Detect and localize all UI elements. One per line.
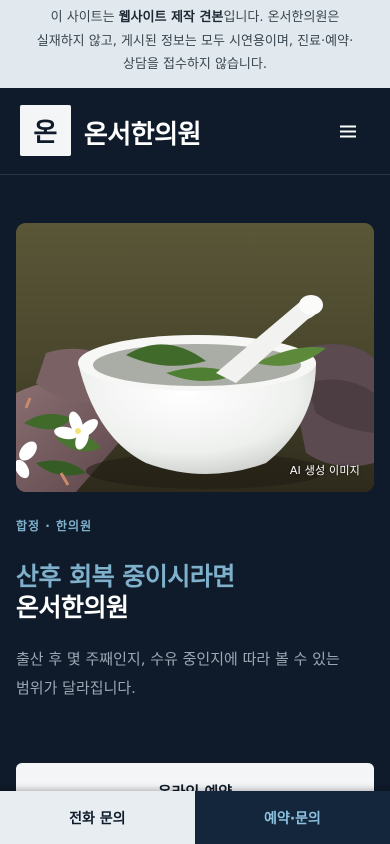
hero-image: AI 생성 이미지 bbox=[16, 223, 374, 492]
logo-mark[interactable]: 온 bbox=[20, 105, 71, 156]
menu-button[interactable] bbox=[334, 118, 362, 144]
notice-text: 입니다. 온서한의원은 bbox=[223, 10, 340, 25]
phone-inquiry-button[interactable]: 전화 문의 bbox=[0, 791, 195, 844]
ai-generated-badge: AI 생성 이미지 bbox=[289, 464, 360, 477]
site-header: 온 온서한의원 bbox=[0, 88, 390, 175]
notice-line-1: 이 사이트는 웹사이트 제작 견본입니다. 온서한의원은 bbox=[0, 6, 390, 30]
page: 이 사이트는 웹사이트 제작 견본입니다. 온서한의원은 실재하지 않고, 게시… bbox=[0, 0, 390, 844]
bottom-action-bar: 전화 문의 예약·문의 bbox=[0, 791, 390, 844]
notice-text: 이 사이트는 bbox=[50, 10, 119, 25]
brand-name[interactable]: 온서한의원 bbox=[84, 114, 202, 151]
demo-notice-banner: 이 사이트는 웹사이트 제작 견본입니다. 온서한의원은 실재하지 않고, 게시… bbox=[0, 0, 390, 88]
headline-line-2: 온서한의원 bbox=[16, 593, 129, 622]
hamburger-menu-icon bbox=[340, 125, 356, 137]
description-line-1: 출산 후 몇 주째인지, 수유 중인지에 따라 볼 수 있는 bbox=[16, 650, 340, 668]
booking-inquiry-button[interactable]: 예약·문의 bbox=[195, 791, 390, 844]
notice-bold-text: 웹사이트 제작 견본 bbox=[118, 10, 224, 25]
location-eyebrow: 합정 · 한의원 bbox=[16, 519, 93, 533]
hero-description: 출산 후 몇 주째인지, 수유 중인지에 따라 볼 수 있는 범위가 달라집니다… bbox=[16, 645, 366, 702]
mortar-and-pestle-illustration bbox=[16, 223, 374, 492]
description-line-2: 범위가 달라집니다. bbox=[16, 678, 136, 697]
notice-line-2: 실재하지 않고, 게시된 정보는 모두 시연용이며, 진료·예약· bbox=[36, 33, 354, 49]
notice-line-3: 상담을 접수하지 않습니다. bbox=[123, 57, 267, 72]
